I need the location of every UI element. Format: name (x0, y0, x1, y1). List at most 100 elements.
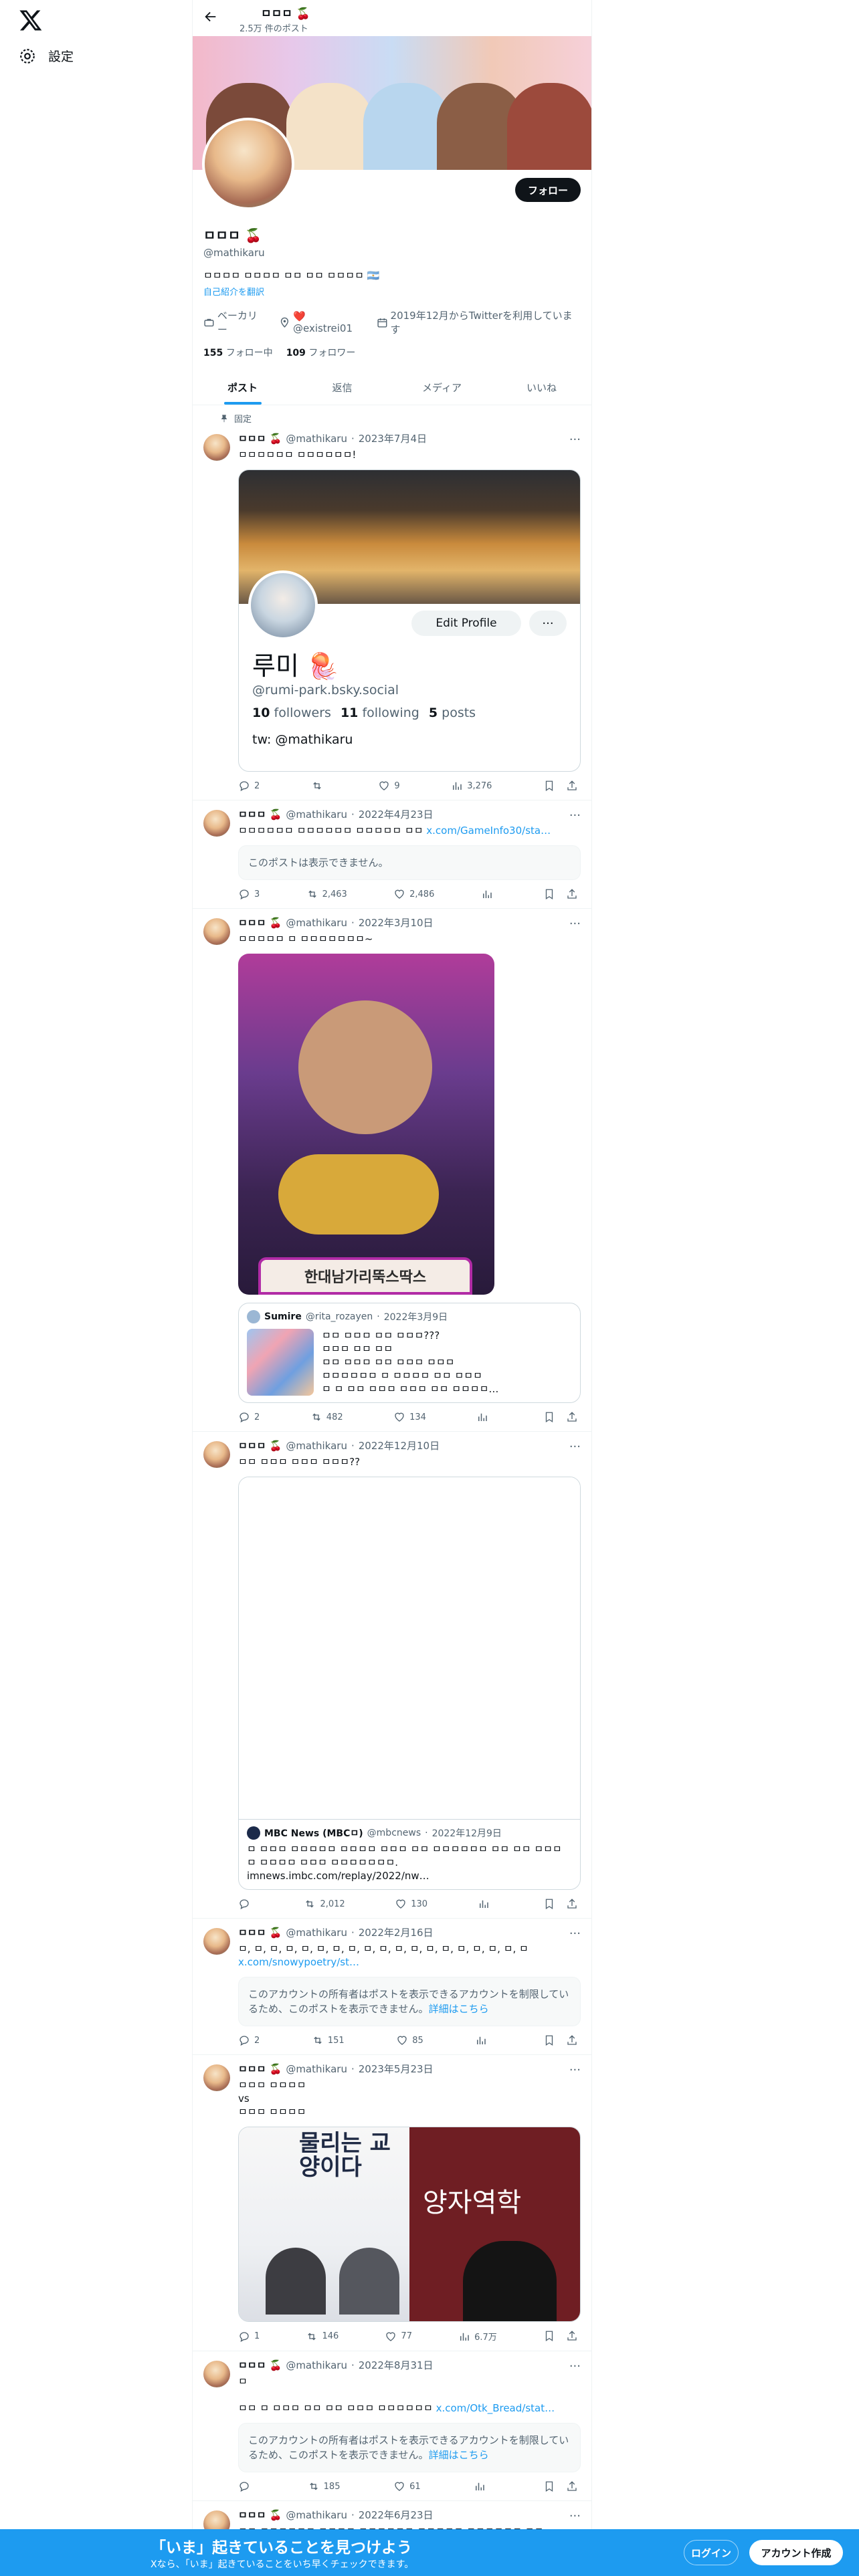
tweet-avatar[interactable] (203, 918, 230, 945)
views-button[interactable] (476, 1411, 492, 1423)
follow-button[interactable]: フォロー (515, 178, 581, 202)
share-icon[interactable] (566, 888, 578, 900)
tweet-images[interactable]: 물리는 교양이다 양자역학 (238, 2127, 581, 2322)
share-icon[interactable] (566, 2034, 578, 2046)
followers-link[interactable]: 109 フォロワー (286, 346, 356, 359)
share-icon[interactable] (566, 1411, 578, 1423)
quoted-tweet[interactable]: Sumire @rita_rozayen · 2022年3月9日 ㅁㅁ ㅁㅁㅁ ㅁㅁ … (238, 1303, 581, 1403)
tweet-image[interactable]: 한대남가리뚝스딱스 (238, 954, 494, 1295)
details-link[interactable]: 詳細はこちら (429, 2449, 489, 2461)
bookmark-icon[interactable] (543, 888, 555, 900)
quote-text: ㅁ ㅁㅁㅁ ㅁㅁㅁㅁㅁ ㅁㅁㅁㅁ ㅁㅁㅁ ㅁㅁ ㅁㅁㅁㅁㅁㅁ ㅁㅁ ㅁㅁ ㅁㅁㅁ… (247, 1843, 562, 1882)
retweet-button[interactable]: 2,463 (306, 888, 347, 900)
reply-button[interactable]: 2 (238, 2034, 260, 2046)
back-arrow-icon[interactable] (203, 9, 218, 24)
tweet-avatar[interactable] (203, 2361, 230, 2387)
more-icon[interactable]: ··· (569, 433, 581, 447)
profile-meta: ベーカリー ❤️@existrei01 2019年12月からTwitterを利用… (203, 308, 581, 336)
retweet-button[interactable]: 482 (310, 1411, 343, 1423)
tweet[interactable]: ㅁㅁㅁ 🍒 @mathikaru · 2023年7月4日 ··· ㅁㅁㅁㅁㅁㅁ ㅁㅁㅁ… (193, 425, 591, 800)
reply-button[interactable]: 2 (238, 1411, 260, 1423)
more-icon[interactable]: ··· (569, 1440, 581, 1454)
signup-button[interactable]: アカウント作成 (749, 2540, 843, 2565)
retweet-button[interactable]: 2,012 (304, 1898, 345, 1910)
like-button[interactable]: 61 (393, 2480, 421, 2492)
quote-header: MBC News (MBCㅁ) @mbcnews · 2022年12月9日 (247, 1826, 572, 1840)
more-icon[interactable]: ··· (569, 2509, 581, 2523)
tweet-link[interactable]: x.com/snowypoetry/st… (238, 1956, 359, 1968)
more-icon[interactable]: ··· (569, 917, 581, 931)
bookmark-icon[interactable] (543, 1898, 555, 1910)
tab-posts[interactable]: ポスト (193, 370, 292, 405)
retweet-button[interactable]: 146 (306, 2330, 339, 2343)
tweet[interactable]: ㅁㅁㅁ 🍒 @mathikaru · 2022年4月23日 ··· ㅁㅁㅁㅁㅁㅁ ㅁㅁ… (193, 800, 591, 909)
following-link[interactable]: 155 フォロー中 (203, 346, 273, 359)
like-button[interactable]: 2,486 (393, 888, 434, 900)
like-button[interactable]: 130 (395, 1898, 427, 1910)
bookmark-icon[interactable] (543, 2480, 555, 2492)
reply-button[interactable] (238, 1898, 254, 1910)
login-button[interactable]: ログイン (684, 2540, 739, 2565)
tab-likes[interactable]: いいね (492, 370, 591, 405)
retweet-icon (312, 1413, 320, 1421)
reply-button[interactable]: 1 (238, 2330, 260, 2343)
like-button[interactable]: 9 (378, 780, 400, 792)
tweet-link[interactable]: x.com/GameInfo30/sta… (426, 825, 551, 837)
tweet-avatar[interactable] (203, 1441, 230, 1468)
reply-icon (240, 1412, 249, 1423)
views-button[interactable] (474, 2480, 490, 2492)
reply-button[interactable]: 2 (238, 780, 260, 792)
tweet-avatar[interactable] (203, 1928, 230, 1955)
share-icon[interactable] (566, 780, 578, 792)
more-icon[interactable]: ··· (569, 2359, 581, 2373)
like-button[interactable]: 134 (393, 1411, 426, 1423)
like-button[interactable]: 77 (385, 2330, 412, 2343)
views-button[interactable] (475, 2034, 491, 2046)
profile-tabs: ポスト 返信 メディア いいね (193, 370, 591, 405)
bookmark-icon[interactable] (543, 780, 555, 792)
profile-link[interactable]: ❤️@existrei01 (279, 310, 365, 334)
reply-button[interactable]: 3 (238, 888, 260, 900)
tab-media[interactable]: メディア (392, 370, 492, 405)
retweet-button[interactable] (311, 780, 327, 792)
tweet-avatar[interactable] (203, 2064, 230, 2091)
retweet-button[interactable]: 151 (312, 2034, 345, 2046)
retweet-button[interactable]: 185 (308, 2480, 340, 2492)
more-icon[interactable]: ··· (569, 809, 581, 823)
tweet[interactable]: ㅁㅁㅁ 🍒 @mathikaru · 2023年5月23日 ··· ㅁㅁㅁ ㅁㅁㅁㅁ … (193, 2055, 591, 2351)
tweet-avatar[interactable] (203, 810, 230, 837)
tweet[interactable]: ㅁㅁㅁ 🍒 @mathikaru · 2022年12月10日 ··· ㅁㅁ ㅁㅁㅁ ㅁ… (193, 1432, 591, 1919)
translate-bio-link[interactable]: 自己紹介を翻訳 (203, 285, 581, 298)
tweet[interactable]: ㅁㅁㅁ 🍒 @mathikaru · 2022年8月31日 ··· ㅁ ㅁㅁ ㅁ ㅁㅁ… (193, 2351, 591, 2501)
share-icon[interactable] (566, 1898, 578, 1910)
quote-thumbnail (247, 1329, 314, 1396)
tweet-actions: 2,012 130 (238, 1898, 581, 1910)
views-button[interactable] (478, 1898, 494, 1910)
profile-avatar[interactable] (202, 118, 294, 210)
x-logo-icon[interactable] (19, 8, 43, 32)
reply-icon (240, 781, 249, 792)
tweet-link[interactable]: x.com/Otk_Bread/stat… (436, 2402, 555, 2414)
tweet[interactable]: ㅁㅁㅁ 🍒 @mathikaru · 2022年2月16日 ··· ㅁ, ㅁ, ㅁ, … (193, 1919, 591, 2055)
bookmark-icon[interactable] (543, 2034, 555, 2046)
more-icon[interactable]: ··· (569, 1927, 581, 1941)
tweet-header: ㅁㅁㅁ 🍒 @mathikaru · 2022年4月23日 (238, 808, 434, 821)
share-icon[interactable] (566, 2480, 578, 2492)
tweet-image[interactable]: Edit Profile ··· 루미 🪼 @rumi-park.bsky.so… (238, 469, 581, 772)
share-icon[interactable] (566, 2330, 578, 2342)
tab-replies[interactable]: 返信 (292, 370, 392, 405)
settings-link[interactable]: 設定 (19, 47, 74, 65)
quoted-tweet[interactable]: MBC News (MBCㅁ) @mbcnews · 2022年12月9日 ㅁ ㅁㅁㅁ… (238, 1477, 581, 1890)
views-button[interactable]: 3,276 (451, 780, 492, 792)
details-link[interactable]: 詳細はこちら (429, 2003, 489, 2015)
reply-button[interactable] (238, 2480, 254, 2492)
tweet-avatar[interactable] (203, 434, 230, 461)
more-icon[interactable]: ··· (569, 2063, 581, 2077)
tweet[interactable]: ㅁㅁㅁ 🍒 @mathikaru · 2022年3月10日 ··· ㅁㅁㅁㅁㅁ ㅁ ㅁ… (193, 909, 591, 1432)
bookmark-icon[interactable] (543, 2330, 555, 2342)
like-button[interactable]: 85 (396, 2034, 423, 2046)
views-button[interactable] (481, 888, 497, 900)
views-button[interactable]: 6.7万 (458, 2330, 497, 2343)
bookmark-icon[interactable] (543, 1411, 555, 1423)
reply-icon (240, 2482, 249, 2492)
